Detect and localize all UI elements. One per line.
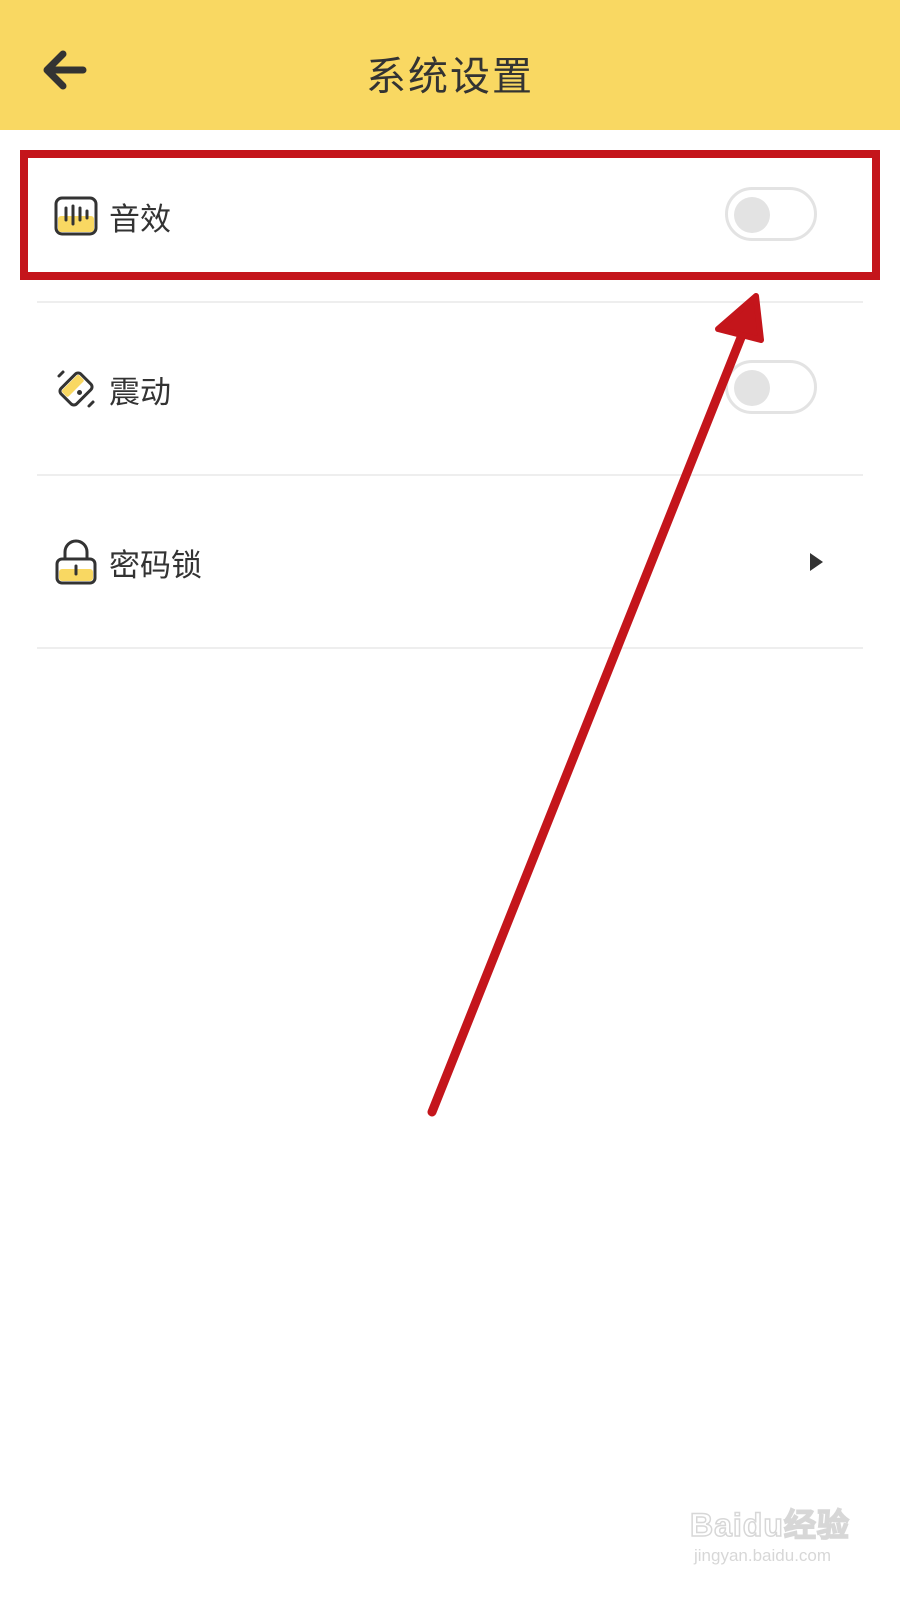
sound-toggle[interactable] <box>725 187 817 241</box>
toggle-knob <box>734 197 770 233</box>
watermark-sub: jingyan.baidu.com <box>694 1546 832 1565</box>
chevron-right-icon[interactable] <box>801 545 831 579</box>
settings-row-password-lock[interactable]: 密码锁 <box>37 475 863 649</box>
vibration-toggle[interactable] <box>725 360 817 414</box>
sound-label: 音效 <box>109 201 171 238</box>
sound-wave-icon <box>54 196 98 236</box>
settings-row-sound[interactable]: 音效 <box>37 129 863 303</box>
toggle-knob <box>734 370 770 406</box>
settings-row-vibration[interactable]: 震动 <box>37 302 863 476</box>
baidu-jingyan-watermark: Baidu经验 jingyan.baidu.com <box>689 1500 860 1580</box>
vibration-icon <box>57 370 95 408</box>
padlock-icon <box>55 539 97 585</box>
page-title: 系统设置 <box>366 53 534 100</box>
password-lock-label: 密码锁 <box>109 547 202 584</box>
watermark-main: Baidu经验 <box>689 1506 850 1544</box>
vibration-label: 震动 <box>109 374 171 411</box>
